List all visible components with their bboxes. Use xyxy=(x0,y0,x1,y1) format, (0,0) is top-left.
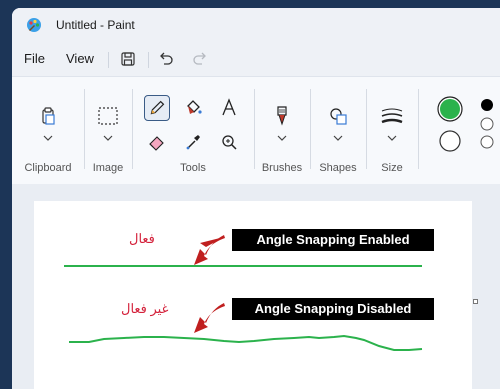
eraser-icon[interactable] xyxy=(144,129,170,155)
brush-icon[interactable] xyxy=(269,103,295,129)
group-label: Size xyxy=(381,162,403,174)
chevron-down-icon[interactable] xyxy=(333,135,343,141)
menu-separator xyxy=(108,52,109,68)
size-icon[interactable] xyxy=(379,103,405,129)
canvas-area: Angle Snapping Enabled Angle Snapping Di… xyxy=(12,184,500,389)
clipboard-group: Clipboard xyxy=(12,77,84,184)
red-arrow-2 xyxy=(194,303,225,333)
arabic-active-label: فعال xyxy=(129,231,155,246)
select-icon[interactable] xyxy=(95,103,121,129)
group-separator xyxy=(418,89,419,169)
red-arrow-1 xyxy=(194,235,225,265)
shapes-group: Shapes xyxy=(310,77,366,184)
chevron-down-icon[interactable] xyxy=(277,135,287,141)
primary-color-swatch[interactable] xyxy=(440,99,460,119)
title-bar: Untitled - Paint xyxy=(12,8,500,42)
menu-file[interactable]: File xyxy=(24,51,45,66)
chevron-down-icon[interactable] xyxy=(43,135,53,141)
image-group: Image xyxy=(84,77,132,184)
drawing-canvas[interactable]: Angle Snapping Enabled Angle Snapping Di… xyxy=(34,201,472,389)
group-label: Shapes xyxy=(319,162,357,174)
paint-window: Untitled - Paint File View Clipboard Ima… xyxy=(12,8,500,389)
chevron-down-icon[interactable] xyxy=(387,135,397,141)
save-icon[interactable] xyxy=(116,47,140,71)
text-icon[interactable] xyxy=(216,95,242,121)
menu-view[interactable]: View xyxy=(66,51,94,66)
group-label: Tools xyxy=(180,162,206,174)
arabic-inactive-label: غير فعال xyxy=(121,301,169,316)
palette-black-swatch[interactable] xyxy=(481,99,493,111)
clipboard-icon[interactable] xyxy=(35,103,61,129)
pencil-icon[interactable] xyxy=(144,95,170,121)
magnifier-icon[interactable] xyxy=(216,129,242,155)
desktop-frame: Untitled - Paint File View Clipboard Ima… xyxy=(0,0,500,389)
canvas-resize-handle[interactable] xyxy=(473,299,478,304)
color-picker-icon[interactable] xyxy=(180,129,206,155)
redo-icon[interactable] xyxy=(188,47,212,71)
menu-separator xyxy=(148,52,149,68)
undo-icon[interactable] xyxy=(154,47,178,71)
colors-group xyxy=(432,77,500,184)
palette-empty-swatch[interactable] xyxy=(480,117,494,131)
angle-snapping-disabled-label: Angle Snapping Disabled xyxy=(232,298,434,320)
size-group: Size xyxy=(366,77,418,184)
window-title: Untitled - Paint xyxy=(56,18,135,32)
paint-app-icon xyxy=(27,18,41,32)
secondary-color-swatch[interactable] xyxy=(439,130,461,152)
unsnapped-line xyxy=(69,334,423,351)
shapes-icon[interactable] xyxy=(325,103,351,129)
brushes-group: Brushes xyxy=(254,77,310,184)
group-label: Brushes xyxy=(261,162,303,174)
colors-panel xyxy=(437,96,494,152)
tools-group: Tools xyxy=(132,77,254,184)
palette-empty-swatch[interactable] xyxy=(480,135,494,149)
chevron-down-icon[interactable] xyxy=(103,135,113,141)
fill-icon[interactable] xyxy=(180,95,206,121)
ribbon: Clipboard Image Tools Brushes Shapes Siz… xyxy=(12,76,500,185)
group-label: Clipboard xyxy=(24,162,72,174)
group-label: Image xyxy=(92,162,124,174)
angle-snapping-enabled-label: Angle Snapping Enabled xyxy=(232,229,434,251)
menu-bar: File View xyxy=(12,42,500,76)
